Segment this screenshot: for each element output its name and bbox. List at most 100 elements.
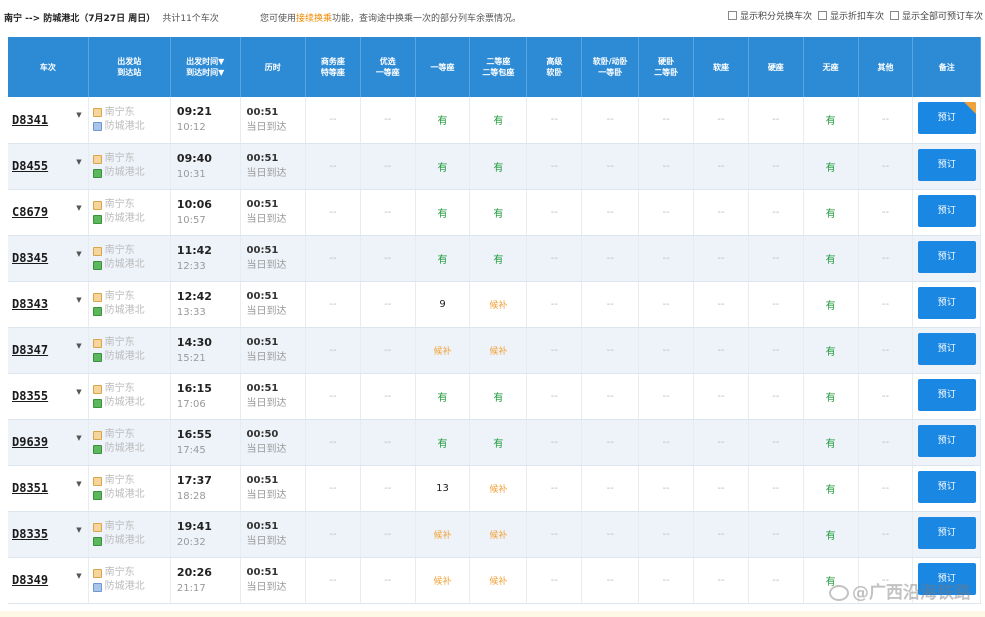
seat-availability-cell: -- — [581, 511, 640, 558]
seat-availability-cell: 候补 — [469, 281, 528, 328]
book-button[interactable]: 预订 — [917, 378, 976, 411]
seat-available: 有 — [825, 300, 836, 312]
book-button-label: 预订 — [937, 205, 956, 216]
terminal-tag-icon — [92, 490, 102, 500]
train-number-link[interactable]: D8341 — [12, 113, 48, 127]
duration-cell: 00:51 当日到达 — [240, 189, 306, 236]
book-button[interactable]: 预订 — [917, 240, 976, 273]
caret-down-icon[interactable]: ▼ — [76, 342, 81, 350]
train-number-link[interactable]: D9639 — [12, 435, 48, 449]
arrival-station: 防城港北 — [92, 534, 170, 548]
terminal-tag-icon — [92, 168, 102, 178]
book-button[interactable]: 预订 — [917, 286, 976, 319]
times-cell: 19:41 20:32 — [170, 511, 241, 558]
arrival-station: 防城港北 — [92, 258, 170, 272]
column-header[interactable]: 出发时间▼ 到达时间▼ — [170, 37, 241, 97]
column-header-label: 优选 — [379, 57, 396, 66]
departure-station: 南宁东 — [92, 244, 170, 258]
checkbox-icon[interactable] — [889, 11, 899, 20]
seat-none: -- — [384, 436, 392, 448]
caret-down-icon[interactable]: ▼ — [76, 111, 81, 119]
train-number-link[interactable]: D8351 — [12, 481, 48, 495]
stations-cell: 南宁东 防城港北 — [88, 557, 171, 604]
table-row: D8341 ▼ 南宁东 防城港北 09:21 10:12 00:51 当日到达 -- -- 有 有 --… — [8, 97, 981, 144]
filter-all-bookable[interactable]: 显示全部可预订车次 — [889, 9, 983, 22]
seat-availability-cell: -- — [858, 97, 914, 144]
arrival-station-name: 防城港北 — [104, 213, 145, 224]
stations-cell: 南宁东 防城港北 — [88, 143, 171, 190]
departure-station-name: 南宁东 — [104, 245, 135, 256]
seat-availability-cell: 有 — [803, 373, 859, 420]
caret-down-icon[interactable]: ▼ — [76, 572, 81, 580]
seat-availability-cell: -- — [748, 419, 804, 466]
seat-none: -- — [606, 252, 614, 264]
caret-down-icon[interactable]: ▼ — [76, 158, 81, 166]
book-button[interactable]: 预订 — [917, 194, 976, 227]
seat-none: -- — [550, 528, 558, 540]
checkbox-icon[interactable] — [817, 11, 827, 20]
train-number-link[interactable]: C8679 — [12, 205, 48, 219]
book-button[interactable]: 预订 — [917, 424, 976, 457]
departure-time: 16:55 — [176, 427, 212, 441]
arrival-time: 10:31 — [176, 168, 206, 180]
train-number-link[interactable]: D8335 — [12, 527, 48, 541]
book-button[interactable]: 预订 — [917, 470, 976, 503]
seat-count: 9 — [439, 298, 446, 310]
caret-down-icon[interactable]: ▼ — [76, 434, 81, 442]
column-header-label: 软座 — [712, 62, 729, 72]
train-number-link[interactable]: D8349 — [12, 573, 48, 587]
book-button[interactable]: 预订 — [917, 332, 976, 365]
seat-availability-cell: -- — [748, 235, 804, 282]
book-button[interactable]: 预订 — [917, 148, 976, 181]
departure-station-name: 南宁东 — [104, 567, 135, 578]
seat-none: -- — [606, 436, 614, 448]
times-cell: 09:21 10:12 — [170, 97, 241, 144]
table-row: D9639 ▼ 南宁东 防城港北 16:55 17:45 00:50 当日到达 -- -- 有 有 --… — [8, 419, 981, 466]
arrival-day: 当日到达 — [246, 398, 287, 409]
action-cell: 预订 — [912, 235, 981, 282]
caret-down-icon[interactable]: ▼ — [76, 480, 81, 488]
duration: 00:51 — [246, 337, 279, 348]
arrival-day: 当日到达 — [246, 214, 287, 225]
caret-down-icon[interactable]: ▼ — [76, 388, 81, 396]
seat-availability-cell: -- — [638, 465, 695, 512]
duration: 00:51 — [246, 291, 279, 302]
seat-availability-cell: -- — [858, 189, 914, 236]
filter-discount-trains[interactable]: 显示折扣车次 — [817, 9, 884, 22]
seat-none: -- — [606, 528, 614, 540]
caret-down-icon[interactable]: ▼ — [76, 250, 81, 258]
train-number-link[interactable]: D8455 — [12, 159, 48, 173]
seat-availability-cell: -- — [858, 327, 914, 374]
caret-down-icon[interactable]: ▼ — [76, 204, 81, 212]
table-header-row: 车次 出发站 到达站 出发时间▼ 到达时间▼ 历时 商务座 特等座 优选 一等座 一等座 二等座 二等包… — [8, 37, 981, 97]
checkbox-icon[interactable] — [727, 11, 737, 20]
seat-none: -- — [329, 114, 337, 126]
filter-points-trains[interactable]: 显示积分兑换车次 — [727, 9, 812, 22]
seat-none: -- — [662, 390, 670, 402]
column-header-label: 硬座 — [767, 62, 784, 72]
caret-down-icon[interactable]: ▼ — [76, 526, 81, 534]
column-header-label: 无座 — [822, 62, 839, 72]
arrival-station: 防城港北 — [92, 396, 170, 410]
train-number-link[interactable]: D8355 — [12, 389, 48, 403]
book-button-label: 预订 — [937, 389, 956, 400]
column-header: 软卧/动卧 一等卧 — [581, 37, 640, 97]
seat-available: 有 — [493, 254, 504, 266]
seat-availability-cell: -- — [638, 97, 695, 144]
seat-availability-cell: 有 — [803, 281, 859, 328]
caret-down-icon[interactable]: ▼ — [76, 296, 81, 304]
train-number-link[interactable]: D8347 — [12, 343, 48, 357]
transfer-link[interactable]: 接续换乘 — [296, 14, 332, 24]
train-number-link[interactable]: D8343 — [12, 297, 48, 311]
book-button[interactable]: 预订 — [917, 516, 976, 549]
arrival-station-name: 防城港北 — [104, 167, 145, 178]
train-number-link[interactable]: D8345 — [12, 251, 48, 265]
train-results-table: 车次 出发站 到达站 出发时间▼ 到达时间▼ 历时 商务座 特等座 优选 一等座 一等座 二等座 二等包… — [8, 37, 981, 604]
duration: 00:51 — [246, 475, 279, 486]
seat-availability-cell: -- — [638, 419, 695, 466]
seat-availability-cell: -- — [526, 465, 583, 512]
times-cell: 11:42 12:33 — [170, 235, 241, 282]
seat-none: -- — [772, 390, 780, 402]
book-button[interactable]: 预订 — [917, 102, 976, 135]
duration: 00:51 — [246, 521, 279, 532]
